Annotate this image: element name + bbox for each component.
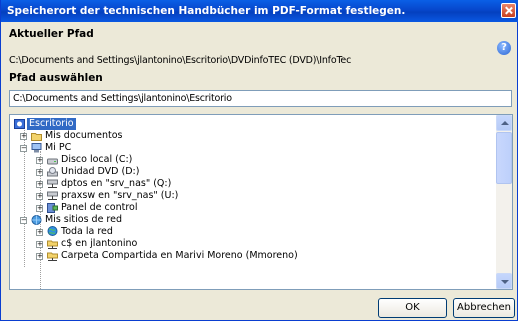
tree-item-label: dptos en "srv_nas" (Q:) (61, 178, 172, 189)
control-panel-icon (47, 203, 58, 213)
expand-icon[interactable]: + (20, 133, 27, 140)
vertical-scrollbar[interactable] (496, 115, 512, 289)
ok-button[interactable]: OK (378, 298, 447, 318)
collapse-icon[interactable]: − (20, 145, 27, 152)
scroll-thumb[interactable] (496, 132, 512, 184)
computer-icon (31, 143, 42, 153)
tree-item-label: praxsw en "srv_nas" (U:) (61, 190, 179, 201)
globe-icon (47, 226, 58, 236)
select-path-label: Pfad auswählen (9, 72, 103, 84)
tree-item-label: Unidad DVD (D:) (61, 166, 140, 177)
expand-icon[interactable]: + (36, 169, 43, 176)
network-places-icon (31, 215, 42, 225)
tree-item-label: Mi PC (45, 142, 72, 153)
window-title: Speicherort der technischen Handbücher i… (7, 5, 406, 17)
collapse-icon[interactable]: − (20, 217, 27, 224)
hard-drive-icon (47, 158, 58, 165)
dialog-window: Speicherort der technischen Handbücher i… (0, 0, 518, 321)
dvd-drive-icon (47, 167, 58, 177)
network-share-icon (47, 252, 58, 261)
network-drive-icon (47, 191, 58, 200)
expand-icon[interactable]: + (36, 253, 43, 260)
scroll-down-button[interactable] (496, 273, 512, 289)
network-share-icon (47, 240, 58, 249)
current-path-label: Aktueller Pfad (9, 28, 94, 40)
tree-item-label: Mis documentos (45, 130, 123, 141)
close-button[interactable] (501, 3, 516, 18)
title-bar[interactable]: Speicherort der technischen Handbücher i… (1, 0, 518, 22)
expand-icon[interactable]: + (36, 241, 43, 248)
tree-item-label: Panel de control (61, 202, 138, 213)
expand-icon[interactable]: + (36, 205, 43, 212)
expand-icon[interactable]: + (36, 157, 43, 164)
network-drive-icon (47, 179, 58, 188)
folder-tree[interactable]: Escritorio + Mis documentos − Mi PC + Di… (9, 114, 513, 290)
folder-icon (31, 133, 42, 141)
tree-item-label: Escritorio (27, 118, 76, 130)
expand-icon[interactable]: + (36, 229, 43, 236)
folder-tree-view: Escritorio + Mis documentos − Mi PC + Di… (10, 115, 496, 289)
tree-item-label: Mis sitios de red (45, 214, 123, 225)
tree-item-label: c$ en jlantonino (61, 238, 138, 249)
tree-item-label: Carpeta Compartida en Marivi Moreno (Mmo… (61, 250, 298, 261)
expand-icon[interactable]: + (36, 181, 43, 188)
cancel-button[interactable]: Abbrechen (453, 298, 515, 318)
tree-item-label: Disco local (C:) (61, 154, 133, 165)
select-path-field[interactable]: C:\Documents and Settings\jlantonino\Esc… (9, 90, 512, 107)
expand-icon[interactable]: + (36, 193, 43, 200)
current-path-value: C:\Documents and Settings\jlantonino\Esc… (9, 55, 352, 66)
tree-item-label: Toda la red (61, 226, 113, 237)
desktop-icon (14, 119, 25, 129)
help-icon[interactable]: ? (497, 41, 511, 55)
scroll-up-button[interactable] (496, 115, 512, 131)
